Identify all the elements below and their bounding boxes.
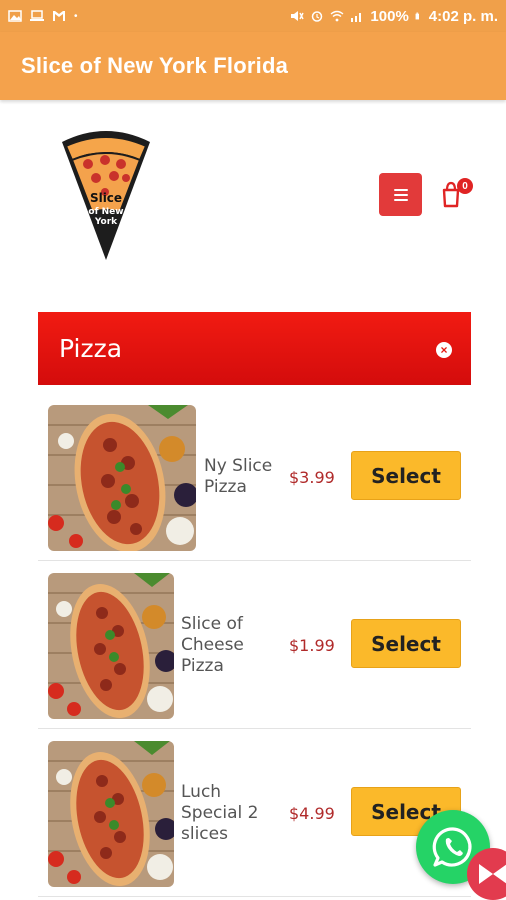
logo-text-line3: York	[94, 217, 118, 227]
logo-text-line2: of New	[88, 207, 123, 217]
pizza-image	[48, 405, 196, 551]
bow-icon	[479, 864, 506, 884]
item-price: $3.99	[289, 468, 335, 487]
pizza-slice-logo[interactable]: Slice of New York	[58, 128, 154, 264]
clock: 4:02 p. m.	[428, 7, 498, 25]
alarm-icon	[312, 11, 323, 22]
cart-count-badge: 0	[457, 178, 473, 194]
overlay-app-bubble[interactable]	[467, 848, 506, 900]
close-icon[interactable]: ×	[436, 342, 452, 358]
item-price: $4.99	[289, 804, 335, 823]
item-name: Slice of Cheese Pizza	[181, 614, 244, 676]
cart-button[interactable]: 0	[441, 178, 475, 208]
item-name: Luch Special 2 slices	[181, 782, 259, 844]
signal-icon	[351, 13, 362, 22]
battery-icon	[415, 12, 419, 20]
menu-item: Luch Special 2 slices $4.99 Select	[38, 729, 471, 897]
status-bar: • 100% 4:02 p. m.	[0, 0, 506, 32]
battery-percent: 100%	[370, 7, 409, 25]
wifi-icon	[330, 10, 344, 22]
menu-button[interactable]	[379, 173, 422, 216]
gallery-icon	[8, 10, 22, 22]
logo-text: Slice	[90, 191, 122, 205]
category-header[interactable]: Pizza ×	[38, 312, 471, 385]
menu-item: Slice of Cheese Pizza $1.99 Select	[38, 561, 471, 729]
app-bar: Slice of New York Florida	[0, 32, 506, 100]
app-title: Slice of New York Florida	[21, 53, 289, 78]
laptop-icon	[30, 10, 44, 21]
hamburger-icon	[393, 188, 408, 201]
select-button[interactable]: Select	[351, 619, 461, 668]
select-button[interactable]: Select	[351, 451, 461, 500]
gmail-icon	[53, 11, 65, 21]
mute-icon	[291, 11, 305, 21]
item-price: $1.99	[289, 636, 335, 655]
pizza-image	[48, 741, 174, 887]
dot-icon: •	[74, 10, 78, 22]
pizza-image	[48, 573, 174, 719]
item-name: Ny Slice Pizza	[204, 456, 273, 497]
notification-icons: •	[8, 10, 78, 22]
category-title: Pizza	[59, 334, 123, 363]
menu-item: Ny Slice Pizza $3.99 Select	[38, 393, 471, 561]
